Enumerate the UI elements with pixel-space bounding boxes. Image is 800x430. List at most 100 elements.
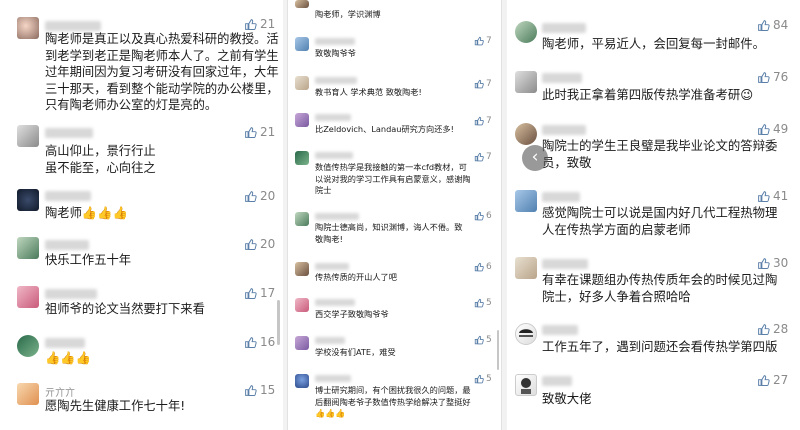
like-button[interactable]: 17	[244, 286, 275, 300]
like-button[interactable]: 21	[244, 125, 275, 139]
nickname-blurred	[315, 299, 355, 306]
like-button[interactable]: 20	[244, 189, 275, 203]
avatar[interactable]	[295, 76, 309, 90]
thumbs-up-icon	[245, 238, 257, 250]
comment-text-line: 陶老师，学识渊博	[315, 9, 381, 19]
nickname-blurred	[45, 240, 89, 250]
avatar[interactable]	[17, 383, 39, 405]
like-count: 84	[773, 18, 789, 32]
comment-panel-right[interactable]: 84 陶老师，平易近人，会回复每一封邮件。 76 此时我正拿着第四版传热学准备考…	[507, 0, 800, 430]
thumbs-up-icon	[474, 36, 484, 46]
thumbs-up-icon	[474, 211, 484, 221]
comment-panel-middle[interactable]: 陶老师，学识渊博 7 致敬陶爷爷 教书育人 学术典范 致敬陶老! 7 比Zeld…	[287, 0, 502, 430]
like-button[interactable]: 16	[244, 335, 275, 349]
nickname-blurred	[315, 213, 359, 220]
avatar[interactable]	[295, 262, 309, 276]
nickname-blurred	[315, 375, 351, 382]
avatar[interactable]	[515, 190, 537, 212]
like-button[interactable]: 5	[474, 374, 492, 384]
comment-text-line: 人在传热学方面的启蒙老师	[542, 222, 691, 237]
avatar[interactable]	[17, 286, 39, 308]
like-count: 27	[773, 373, 789, 387]
like-count: 20	[260, 237, 276, 251]
thumbs-up-icon	[474, 262, 484, 272]
like-button[interactable]: 41	[757, 189, 788, 203]
nickname-blurred	[542, 325, 578, 335]
like-count: 41	[773, 189, 789, 203]
comment-text-line: 员，致敬	[542, 155, 592, 170]
thumbs-up-icon	[245, 190, 257, 202]
like-button[interactable]: 15	[244, 383, 275, 397]
avatar[interactable]	[295, 374, 309, 388]
comment-text-line: 陶院士的学生王良璧是我毕业论文的答辩委	[542, 138, 778, 153]
like-button[interactable]: 84	[757, 18, 788, 32]
avatar[interactable]	[515, 323, 537, 345]
like-button[interactable]: 30	[757, 256, 788, 270]
like-button[interactable]: 6	[474, 211, 492, 221]
nickname-blurred	[542, 376, 572, 386]
nickname-blurred	[542, 259, 588, 269]
nickname-blurred	[542, 73, 582, 83]
avatar[interactable]	[17, 17, 39, 39]
chevron-left-icon[interactable]: ‹	[522, 145, 548, 171]
avatar[interactable]	[295, 37, 309, 51]
nickname: 亓亣亣	[45, 388, 75, 399]
avatar[interactable]	[295, 0, 309, 8]
like-count: 7	[486, 116, 492, 126]
like-button[interactable]: 21	[244, 17, 275, 31]
like-button[interactable]: 49	[757, 122, 788, 136]
like-button[interactable]: 28	[757, 322, 788, 336]
comment-text-line: 传热传质的开山人了吧	[315, 272, 397, 282]
avatar[interactable]	[17, 335, 39, 357]
thumbs-up-icon	[474, 335, 484, 345]
like-count: 21	[260, 17, 276, 31]
avatar[interactable]	[295, 336, 309, 350]
comment-text-line: 陶老师是真正以及真心热爱科研的教授。活	[45, 32, 279, 46]
comment-text-line: 数值传热学是我接触的第一本cfd教材，可	[315, 162, 467, 172]
nickname-blurred	[45, 338, 85, 348]
like-button[interactable]: 76	[757, 70, 788, 84]
avatar[interactable]	[295, 151, 309, 165]
avatar[interactable]	[17, 237, 39, 259]
like-button[interactable]: 5	[474, 335, 492, 345]
avatar[interactable]	[17, 125, 39, 147]
comment-text-line: 比Zeldovich、Landau研究方向还多!	[315, 124, 454, 134]
scrollbar[interactable]	[497, 330, 499, 370]
comment-text-line: 👍👍👍	[45, 351, 91, 365]
avatar[interactable]	[515, 123, 537, 145]
avatar[interactable]	[17, 189, 39, 211]
avatar[interactable]	[295, 113, 309, 127]
avatar[interactable]	[295, 212, 309, 226]
scrollbar[interactable]	[277, 300, 280, 345]
avatar[interactable]	[515, 71, 537, 93]
nickname-blurred	[45, 21, 101, 31]
like-button[interactable]: 7	[474, 116, 492, 126]
avatar[interactable]	[515, 257, 537, 279]
like-button[interactable]: 6	[474, 262, 492, 272]
like-button[interactable]: 7	[474, 36, 492, 46]
comment-text-line: 三十那天，看到整个能动学院的办公楼里，	[45, 81, 279, 96]
comment-text-line: 过年期间因为复习考研没有回家过年，大年	[45, 65, 279, 79]
avatar[interactable]	[515, 21, 537, 43]
comment-panel-left[interactable]: 21 陶老师是真正以及真心热爱科研的教授。活 到老学到老正是陶老师本人了。之前有…	[0, 0, 283, 430]
thumbs-up-icon	[474, 116, 484, 126]
comment-text-line: 学校没有们ATE，难受	[315, 347, 396, 357]
nickname-blurred	[315, 114, 351, 121]
like-count: 15	[260, 383, 276, 397]
avatar[interactable]	[295, 298, 309, 312]
comment-text-line: 愿陶先生健康工作七十年!	[45, 399, 186, 413]
like-button[interactable]: 5	[474, 298, 492, 308]
comment-text-line: 祖师爷的论文当然要打下来看	[45, 302, 205, 316]
like-button[interactable]: 7	[474, 79, 492, 89]
comment-text-line: 陶老师，平易近人，会回复每一封邮件。	[542, 36, 766, 51]
like-button[interactable]: 27	[757, 373, 788, 387]
like-button[interactable]: 20	[244, 237, 275, 251]
like-count: 7	[486, 36, 492, 46]
like-count: 5	[486, 374, 492, 384]
thumbs-up-icon	[758, 19, 770, 31]
nickname-blurred	[45, 128, 93, 138]
comment-text-line: 院士	[315, 185, 332, 196]
thumbs-up-icon	[758, 323, 770, 335]
avatar[interactable]	[515, 374, 537, 396]
like-button[interactable]: 7	[474, 152, 492, 162]
